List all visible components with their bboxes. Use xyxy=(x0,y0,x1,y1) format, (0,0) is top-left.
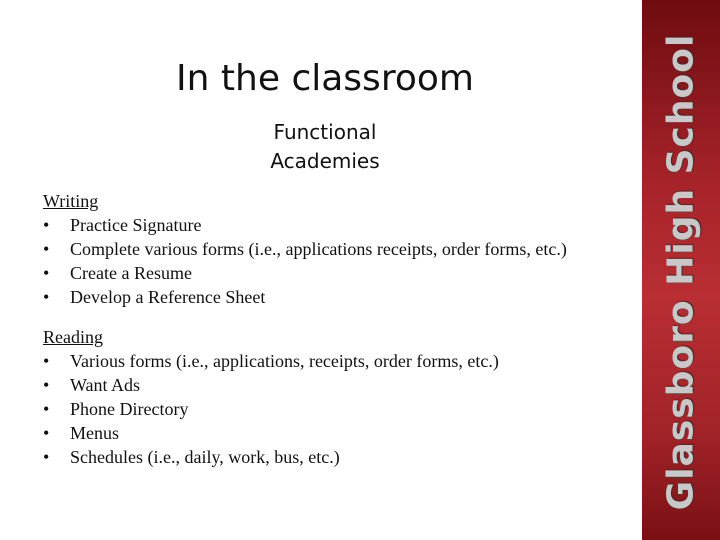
list-item: • Phone Directory xyxy=(43,397,499,421)
list-item: • Develop a Reference Sheet xyxy=(43,285,567,309)
list-item: • Practice Signature xyxy=(43,213,567,237)
item-text: Menus xyxy=(70,423,119,443)
list-item: • Want Ads xyxy=(43,373,499,397)
list-item: • Create a Resume xyxy=(43,261,567,285)
writing-section: Writing • Practice Signature • Complete va… xyxy=(43,189,567,309)
item-text: Complete various forms (i.e., applicatio… xyxy=(70,239,567,259)
item-text: Create a Resume xyxy=(70,263,192,283)
bullet: • xyxy=(43,375,50,395)
item-text: Phone Directory xyxy=(70,399,189,419)
section-heading: Writing xyxy=(43,191,99,211)
school-name: Glassboro High School xyxy=(660,33,702,511)
list-item: • Various forms (i.e., applications, rece… xyxy=(43,349,499,373)
reading-section: Reading • Various forms (i.e., applicatio… xyxy=(43,325,499,469)
bullet: • xyxy=(43,447,50,467)
list-item: • Complete various forms (i.e., applicati… xyxy=(43,237,567,261)
bullet: • xyxy=(43,423,50,443)
item-text: Practice Signature xyxy=(70,215,202,235)
bullet: • xyxy=(43,215,50,235)
bullet: • xyxy=(43,263,50,283)
item-text: Want Ads xyxy=(70,375,141,395)
slide-subtitle: Functional Academies xyxy=(200,118,450,176)
subtitle-line: Academies xyxy=(270,149,380,173)
bullet: • xyxy=(43,287,50,307)
bullet: • xyxy=(43,351,50,371)
list-item: • Schedules (i.e., daily, work, bus, etc.… xyxy=(43,445,499,469)
item-text: Various forms (i.e., applications, recei… xyxy=(70,351,499,371)
subtitle-line: Functional xyxy=(273,120,377,144)
bullet: • xyxy=(43,399,50,419)
item-text: Schedules (i.e., daily, work, bus, etc.) xyxy=(70,447,340,467)
list-item: • Menus xyxy=(43,421,499,445)
section-heading: Reading xyxy=(43,327,103,347)
item-text: Develop a Reference Sheet xyxy=(70,287,266,307)
bullet: • xyxy=(43,239,50,259)
slide-title: In the classroom xyxy=(176,58,474,99)
